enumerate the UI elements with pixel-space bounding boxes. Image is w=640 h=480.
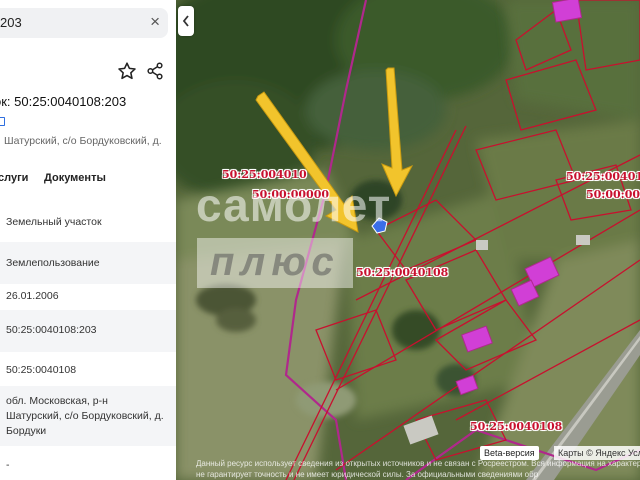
info-row-address: обл. Московская, р-н Шатурский, с/о Борд… — [0, 386, 176, 446]
search-input[interactable]: 203 — [0, 15, 22, 30]
search-field[interactable]: 203 × — [0, 8, 168, 38]
info-value: - — [6, 459, 10, 471]
parcel-title: ок: 50:25:0040108:203 — [0, 94, 127, 109]
info-row-cadastral-number: 50:25:0040108:203 — [0, 310, 176, 352]
info-value: 50:25:0040108 — [6, 364, 77, 376]
info-panel: 203 × ок: 50:25:0040108:203 Шатурский, с… — [0, 0, 176, 480]
watermark: плюс — [210, 240, 340, 284]
parcel-address: Шатурский, с/о Бордуковский, д. — [4, 135, 162, 147]
favorite-button[interactable] — [116, 60, 138, 82]
tab-services[interactable]: слуги — [0, 172, 28, 184]
cadastral-label: 50:25:004010 — [566, 170, 640, 183]
cadastral-label: 50:25:0040108 — [470, 420, 563, 433]
copy-icon[interactable] — [0, 117, 5, 126]
info-row-empty: - — [0, 446, 176, 480]
info-value: 26.01.2006 — [6, 290, 59, 302]
info-value: 50:25:0040108:203 — [6, 324, 97, 336]
tab-bar: слуги Документы — [0, 172, 176, 188]
watermark: самолет — [196, 179, 392, 231]
collapse-panel-button[interactable] — [178, 6, 194, 36]
cadastral-label: 50:25:0040108 — [356, 266, 449, 279]
map-disclaimer: Данный ресурс использует сведения из отк… — [196, 459, 640, 479]
info-value: Земельный участок — [6, 216, 102, 228]
info-value: обл. Московская, р-н Шатурский, с/о Борд… — [6, 395, 164, 437]
tab-documents[interactable]: Документы — [44, 172, 106, 184]
cadastral-label: 50:00:00000 — [586, 188, 640, 201]
close-icon[interactable]: × — [150, 12, 160, 32]
star-icon — [118, 62, 136, 80]
info-row-category: Землепользование — [0, 242, 176, 284]
share-icon — [147, 62, 163, 80]
info-row-quarter: 50:25:0040108 — [0, 352, 176, 386]
info-row-type: Земельный участок — [0, 204, 176, 242]
chevron-left-icon — [182, 15, 189, 27]
info-value: Землепользование — [6, 257, 100, 269]
share-button[interactable] — [144, 60, 166, 82]
info-row-date: 26.01.2006 — [0, 284, 176, 310]
